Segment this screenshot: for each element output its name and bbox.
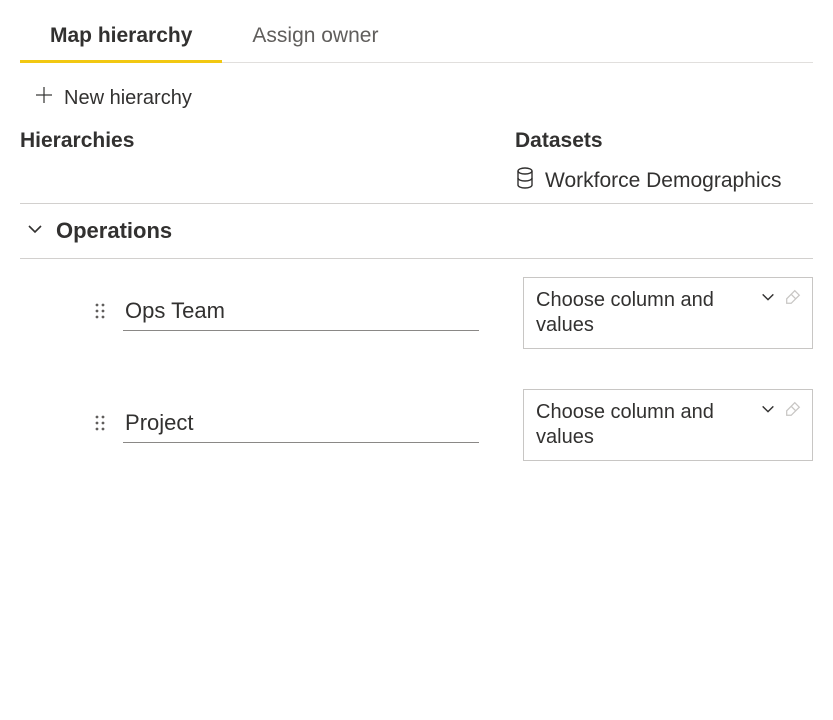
column-values-selector-label: Choose column and values — [536, 288, 726, 338]
hierarchy-item-row: Choose column and values — [20, 277, 813, 349]
hierarchy-item-name-input[interactable] — [123, 296, 479, 331]
erase-icon[interactable] — [784, 288, 802, 311]
drag-handle-icon[interactable] — [95, 303, 105, 324]
chevron-down-icon — [26, 220, 44, 243]
new-hierarchy-label: New hierarchy — [64, 87, 192, 110]
columns-header: Hierarchies Datasets Workforce Demograph… — [20, 129, 813, 203]
datasets-column-title: Datasets — [515, 129, 813, 153]
database-icon — [515, 167, 535, 195]
dataset-row: Workforce Demographics — [515, 167, 813, 195]
tab-map-hierarchy[interactable]: Map hierarchy — [20, 10, 222, 62]
tab-assign-owner[interactable]: Assign owner — [222, 10, 408, 62]
drag-handle-icon[interactable] — [95, 415, 105, 436]
column-values-selector[interactable]: Choose column and values — [523, 389, 813, 461]
hierarchy-group-title: Operations — [56, 218, 172, 244]
hierarchy-item-name-input[interactable] — [123, 408, 479, 443]
dataset-name: Workforce Demographics — [545, 169, 782, 193]
tabs: Map hierarchy Assign owner — [20, 10, 813, 63]
hierarchy-items: Choose column and values — [20, 259, 813, 461]
chevron-down-icon — [760, 289, 776, 310]
erase-icon[interactable] — [784, 400, 802, 423]
hierarchy-group-header[interactable]: Operations — [20, 204, 813, 258]
column-values-selector[interactable]: Choose column and values — [523, 277, 813, 349]
new-hierarchy-button[interactable]: New hierarchy — [34, 85, 192, 111]
chevron-down-icon — [760, 401, 776, 422]
plus-icon — [34, 85, 54, 111]
hierarchies-column-title: Hierarchies — [20, 129, 515, 153]
hierarchy-item-row: Choose column and values — [20, 389, 813, 461]
column-values-selector-label: Choose column and values — [536, 400, 726, 450]
